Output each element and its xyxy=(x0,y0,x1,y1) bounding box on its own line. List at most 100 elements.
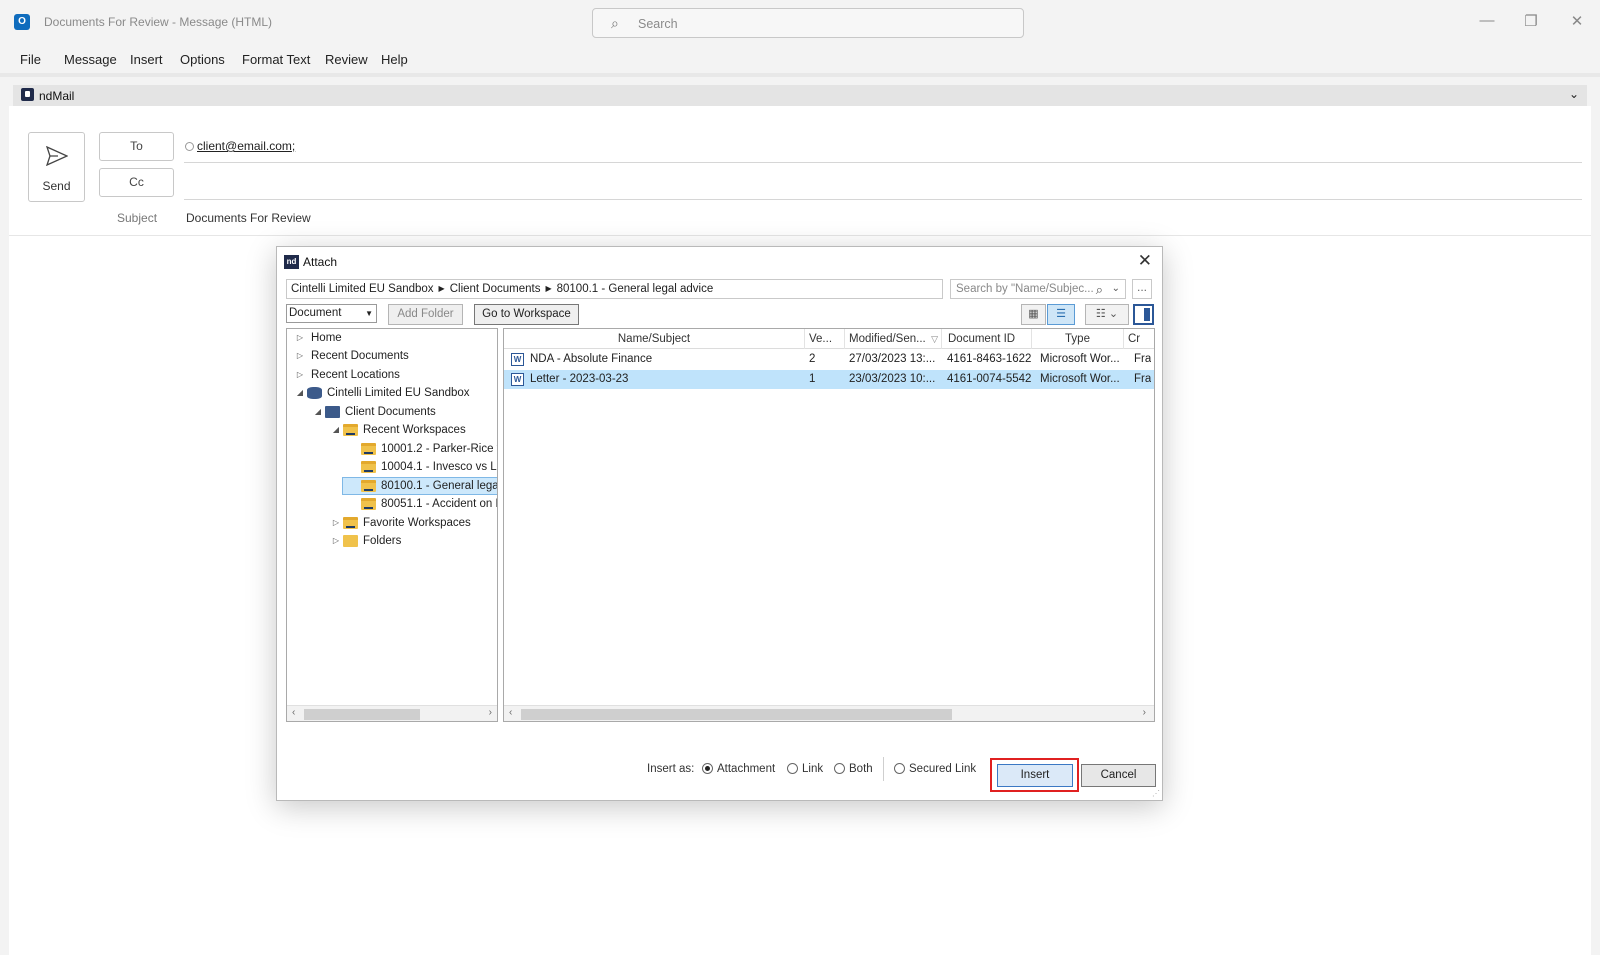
column-created[interactable]: Cr xyxy=(1124,329,1154,349)
cell-modified: 23/03/2023 10:... xyxy=(849,373,936,385)
menu-help[interactable]: Help xyxy=(381,52,408,67)
folder-tree: ▷ Home ▷ Recent Documents ▷ Recent Locat… xyxy=(286,328,498,722)
grid-view-icon[interactable]: ▦ xyxy=(1021,304,1046,325)
chevron-down-icon[interactable]: ⌄ xyxy=(1112,280,1120,298)
cell-type: Microsoft Wor... xyxy=(1040,373,1120,385)
radio-link[interactable]: Link xyxy=(787,763,823,775)
list-horizontal-scrollbar[interactable]: ‹ › xyxy=(504,705,1154,721)
column-modified[interactable]: Modified/Sen... ▽ xyxy=(845,329,942,349)
ndmail-logo-icon xyxy=(21,88,34,101)
tree-item-label: Recent Workspaces xyxy=(363,424,466,436)
tree-item-label: 80051.1 - Accident on H xyxy=(381,498,498,510)
breadcrumb[interactable]: Cintelli Limited EU Sandbox ▶ Client Docum… xyxy=(286,279,943,299)
folder-icon xyxy=(343,535,358,547)
expand-icon[interactable]: ▷ xyxy=(295,366,305,384)
tree-item-label: Home xyxy=(311,332,342,344)
dialog-title: Attach xyxy=(303,255,338,269)
minimize-icon[interactable]: — xyxy=(1475,12,1499,29)
go-to-workspace-button[interactable]: Go to Workspace xyxy=(474,304,579,325)
window-title: Documents For Review - Message (HTML) xyxy=(44,15,273,29)
menu-message[interactable]: Message xyxy=(64,52,117,67)
tree-horizontal-scrollbar[interactable]: ‹ › xyxy=(287,705,497,721)
preview-pane-icon[interactable] xyxy=(1133,304,1154,325)
cell-modified: 27/03/2023 13:... xyxy=(849,353,936,365)
chevron-double-down-icon[interactable]: ⌄ xyxy=(1569,87,1579,101)
chevron-right-icon: ▶ xyxy=(438,284,445,293)
detail-view-icon[interactable]: ☷ ⌄ xyxy=(1085,304,1129,325)
subject-field[interactable]: Documents For Review xyxy=(186,211,311,225)
cell-document-id: 4161-0074-5542 xyxy=(947,373,1032,385)
scroll-thumb[interactable] xyxy=(304,709,420,720)
tree-item-workspace-selected[interactable]: 80100.1 - General legal a xyxy=(287,477,497,495)
radio-unchecked-icon xyxy=(787,763,798,774)
word-document-icon: W xyxy=(511,353,524,366)
breadcrumb-item[interactable]: 80100.1 - General legal advice xyxy=(557,283,714,295)
scroll-left-icon[interactable]: ‹ xyxy=(509,707,512,718)
insert-button[interactable]: Insert xyxy=(997,764,1073,787)
restore-icon[interactable]: ❐ xyxy=(1519,12,1543,30)
collapse-icon[interactable]: ◢ xyxy=(313,403,323,421)
radio-label: Both xyxy=(849,763,873,775)
cell-name: Letter - 2023-03-23 xyxy=(530,373,629,385)
expand-icon[interactable]: ▷ xyxy=(295,347,305,365)
send-label: Send xyxy=(42,179,71,193)
database-icon xyxy=(307,387,322,399)
send-icon xyxy=(46,146,68,166)
resize-grip-icon[interactable]: ⋰ xyxy=(1152,789,1160,798)
cell-version: 2 xyxy=(809,353,816,365)
menu-options[interactable]: Options xyxy=(180,52,225,67)
breadcrumb-item[interactable]: Client Documents xyxy=(450,283,541,295)
document-type-select[interactable]: Document ▼ xyxy=(286,304,377,323)
tree-item-label: Recent Documents xyxy=(311,350,409,362)
recipient-address: client@email.com; xyxy=(197,139,296,153)
scroll-right-icon[interactable]: › xyxy=(489,707,492,718)
to-button[interactable]: To xyxy=(99,132,174,161)
column-version[interactable]: Ve... xyxy=(805,329,845,349)
cell-type: Microsoft Wor... xyxy=(1040,353,1120,365)
column-type[interactable]: Type xyxy=(1032,329,1124,349)
cancel-button[interactable]: Cancel xyxy=(1081,764,1156,787)
recipient-chip[interactable]: client@email.com; xyxy=(185,139,295,153)
workspace-folder-icon xyxy=(343,424,358,436)
radio-attachment[interactable]: Attachment xyxy=(702,763,775,775)
more-options-button[interactable]: ... xyxy=(1132,279,1152,299)
search-icon[interactable]: ⌕ xyxy=(1096,281,1103,299)
radio-both[interactable]: Both xyxy=(834,763,873,775)
cc-field[interactable] xyxy=(184,199,1582,200)
search-input[interactable]: ⌕ Search xyxy=(592,8,1024,38)
column-document-id[interactable]: Document ID xyxy=(942,329,1032,349)
send-button[interactable]: Send xyxy=(28,132,85,202)
scroll-left-icon[interactable]: ‹ xyxy=(292,707,295,718)
tree-item-label: Folders xyxy=(363,535,402,547)
expand-icon[interactable]: ▷ xyxy=(331,532,341,550)
close-window-icon[interactable]: ✕ xyxy=(1565,12,1589,30)
add-folder-button[interactable]: Add Folder xyxy=(388,304,463,325)
collapse-icon[interactable]: ◢ xyxy=(295,384,305,402)
close-icon[interactable]: ✕ xyxy=(1138,251,1152,271)
document-search-input[interactable]: Search by "Name/Subjec... ⌕ ⌄ xyxy=(950,279,1126,299)
cc-button[interactable]: Cc xyxy=(99,168,174,197)
breadcrumb-item[interactable]: Cintelli Limited EU Sandbox xyxy=(291,283,434,295)
tree-item-label: Cintelli Limited EU Sandbox xyxy=(327,387,470,399)
expand-icon[interactable]: ▷ xyxy=(331,514,341,532)
options-divider xyxy=(883,757,884,781)
netdocuments-logo-icon: nd xyxy=(284,255,299,269)
subject-label: Subject xyxy=(117,211,158,225)
table-row[interactable]: W NDA - Absolute Finance 2 27/03/2023 13… xyxy=(504,350,1154,369)
menu-file[interactable]: File xyxy=(20,52,41,67)
expand-icon[interactable]: ▷ xyxy=(295,329,305,347)
column-name-subject[interactable]: Name/Subject xyxy=(504,329,805,349)
menu-format-text[interactable]: Format Text xyxy=(242,52,310,67)
radio-secured-link[interactable]: Secured Link xyxy=(894,763,976,775)
scroll-thumb[interactable] xyxy=(521,709,952,720)
menu-review[interactable]: Review xyxy=(325,52,368,67)
collapse-icon[interactable]: ◢ xyxy=(331,421,341,439)
scroll-right-icon[interactable]: › xyxy=(1143,707,1146,718)
table-row-selected[interactable]: W Letter - 2023-03-23 1 23/03/2023 10:..… xyxy=(504,370,1154,389)
ribbon-divider xyxy=(0,73,1600,77)
tree-item-label: 10004.1 - Invesco vs Lak xyxy=(381,461,498,473)
list-view-icon[interactable]: ☰ xyxy=(1047,304,1075,325)
search-placeholder: Search by "Name/Subjec... xyxy=(956,283,1094,295)
menu-insert[interactable]: Insert xyxy=(130,52,163,67)
to-field[interactable] xyxy=(184,162,1582,163)
